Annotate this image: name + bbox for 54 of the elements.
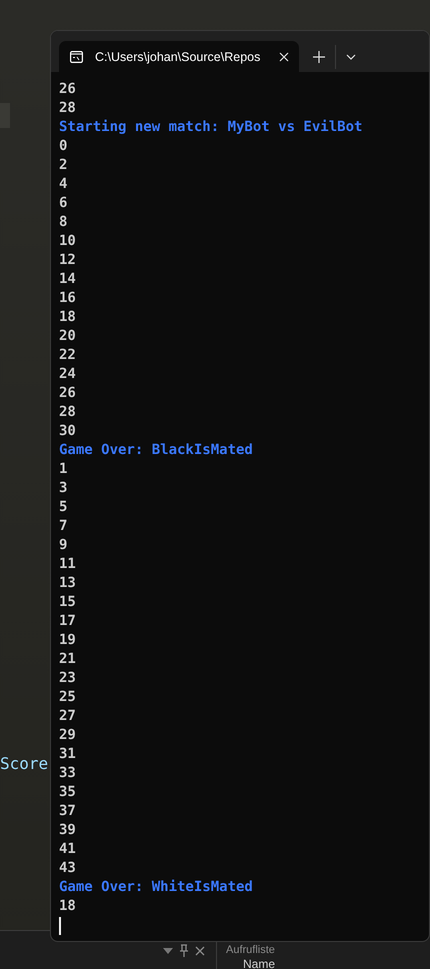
column-header[interactable]: Name	[243, 957, 276, 969]
output-line: 37	[59, 802, 76, 821]
output-line: 8	[59, 213, 68, 232]
text-cursor	[59, 917, 61, 935]
output-line: 7	[59, 517, 68, 536]
output-line: 22	[59, 346, 76, 365]
status-message: Starting new match: MyBot vs EvilBot	[59, 118, 362, 137]
output-line: 28	[59, 99, 76, 118]
pin-icon[interactable]	[179, 944, 189, 957]
status-message: Game Over: BlackIsMated	[59, 441, 253, 460]
output-line: 25	[59, 688, 76, 707]
output-line: 5	[59, 498, 68, 517]
output-line: 10	[59, 232, 76, 251]
terminal-tab[interactable]: C:\Users\johan\Source\Repos	[59, 41, 299, 72]
output-line: 6	[59, 194, 68, 213]
output-line: 4	[59, 175, 68, 194]
output-line: 26	[59, 80, 76, 99]
output-line: 35	[59, 783, 76, 802]
status-message: Game Over: WhiteIsMated	[59, 878, 253, 897]
output-line: 0	[59, 137, 68, 156]
output-line: 27	[59, 707, 76, 726]
add-icon[interactable]	[313, 50, 325, 62]
output-line: 26	[59, 384, 76, 403]
output-line: 30	[59, 422, 76, 441]
output-line: 16	[59, 289, 76, 308]
output-line: 15	[59, 593, 76, 612]
output-line: 29	[59, 726, 76, 745]
console-icon	[70, 50, 83, 62]
output-line: 41	[59, 840, 76, 859]
output-line: 31	[59, 745, 76, 764]
output-line: 17	[59, 612, 76, 631]
output-line: 33	[59, 764, 76, 783]
chevron-icon[interactable]	[346, 54, 356, 60]
output-line: 18	[59, 308, 76, 327]
output-line: 19	[59, 631, 76, 650]
output-line: 12	[59, 251, 76, 270]
output-line: 39	[59, 821, 76, 840]
panel-title[interactable]: Aufrufliste	[226, 944, 275, 956]
output-line: 24	[59, 365, 76, 384]
output-line: 9	[59, 536, 68, 555]
output-line: 28	[59, 403, 76, 422]
dropdown-icon[interactable]	[163, 948, 173, 954]
output-line: 11	[59, 555, 76, 574]
output-line: 21	[59, 650, 76, 669]
code-text: Score	[0, 754, 48, 773]
output-line: 43	[59, 859, 76, 878]
output-line: 23	[59, 669, 76, 688]
output-line: 2	[59, 156, 68, 175]
output-line: 20	[59, 327, 76, 346]
output-line: 13	[59, 574, 76, 593]
output-line: 3	[59, 479, 68, 498]
output-line: 1	[59, 460, 68, 479]
output-line: 14	[59, 270, 76, 289]
output-line: 18	[59, 897, 76, 916]
